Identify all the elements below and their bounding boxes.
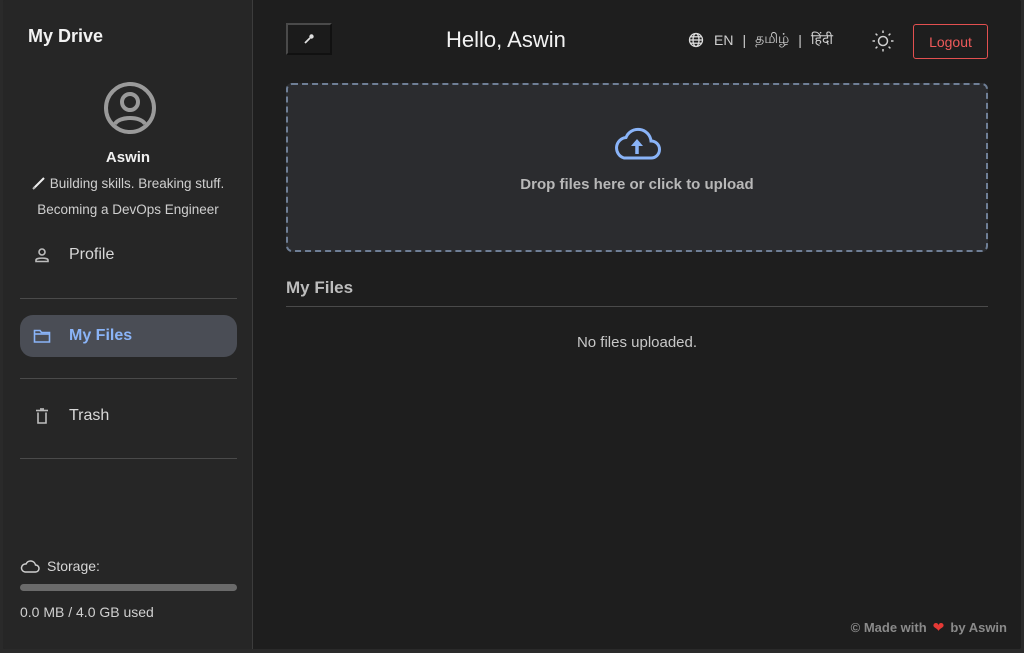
language-separator: | (742, 31, 747, 48)
footer-prefix: © Made with (850, 620, 927, 635)
upload-prompt: Drop files here or click to upload (520, 176, 754, 193)
globe-icon (688, 32, 704, 47)
storage-progress-bar (20, 584, 237, 591)
person-icon (33, 246, 51, 264)
main-content: Hello, Aswin EN | தமிழ் | हिंदी Logout D… (254, 0, 1021, 649)
sidebar-item-trash[interactable]: Trash (20, 395, 237, 437)
files-section-title: My Files (286, 278, 354, 297)
user-name: Aswin (105, 149, 151, 166)
greeting-title: Hello, Aswin (446, 27, 566, 52)
language-option-en[interactable]: EN (714, 32, 733, 48)
language-switcher: EN | தமிழ் | हिंदी (688, 30, 833, 49)
sidebar-item-label: Profile (69, 246, 115, 263)
cloud-upload-icon (612, 125, 662, 166)
empty-files-message: No files uploaded. (576, 334, 698, 351)
footer-suffix: by Aswin (950, 620, 1007, 635)
sidebar: My Drive Aswin Building skills. Breaking… (3, 0, 253, 649)
app-window: My Drive Aswin Building skills. Breaking… (3, 0, 1021, 649)
sidebar-item-label: My Files (69, 327, 133, 344)
footer: © Made with ❤ by Aswin (851, 619, 1007, 636)
theme-toggle-sun-icon[interactable] (871, 29, 895, 53)
bio-line-2: Becoming a DevOps Engineer (37, 202, 219, 217)
sidebar-item-label: Trash (69, 407, 110, 424)
pin-toggle-button[interactable] (286, 23, 332, 55)
logout-button[interactable]: Logout (913, 24, 988, 59)
avatar-icon (102, 80, 158, 136)
storage-label: Storage: (47, 558, 100, 574)
nav-divider (20, 298, 237, 299)
user-bio: Building skills. Breaking stuff. Becomin… (13, 172, 243, 222)
upload-dropzone[interactable]: Drop files here or click to upload (286, 83, 988, 252)
sidebar-item-my-files[interactable]: My Files (20, 315, 237, 357)
pin-icon (304, 34, 314, 44)
section-divider (286, 306, 988, 307)
storage-panel: Storage: 0.0 MB / 4.0 GB used (20, 558, 237, 620)
pencil-icon (31, 174, 46, 198)
nav-divider (20, 458, 237, 459)
language-option-tamil[interactable]: தமிழ் (755, 30, 789, 49)
app-brand: My Drive (28, 26, 104, 46)
language-separator: | (798, 31, 802, 48)
cloud-icon (20, 560, 40, 573)
sidebar-item-profile[interactable]: Profile (20, 234, 237, 276)
bio-line-1: Building skills. Breaking stuff. (49, 176, 225, 191)
language-option-hindi[interactable]: हिंदी (811, 30, 833, 49)
folder-icon (33, 327, 51, 345)
heart-icon: ❤ (932, 619, 945, 635)
trash-icon (33, 407, 51, 425)
nav-divider (20, 378, 237, 379)
storage-used-text: 0.0 MB / 4.0 GB used (20, 604, 154, 620)
